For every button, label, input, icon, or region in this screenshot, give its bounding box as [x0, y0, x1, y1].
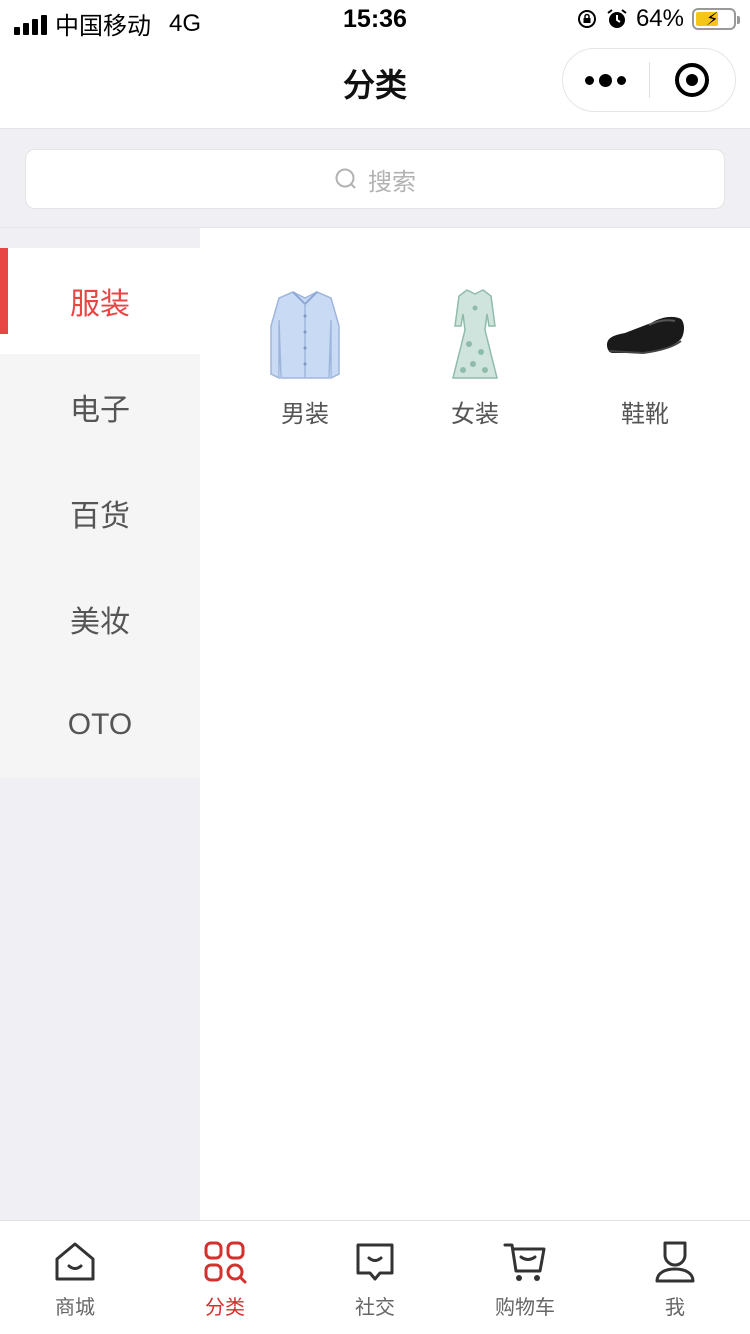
cart-icon	[503, 1243, 546, 1281]
close-program-button[interactable]	[650, 49, 736, 111]
rotation-lock-icon	[577, 10, 596, 28]
tab-bar: 商城 分类 社交 购物车 我	[0, 1220, 750, 1334]
target-icon	[675, 63, 710, 97]
more-dots-icon	[585, 73, 627, 87]
alarm-icon	[607, 9, 627, 28]
tab-cart[interactable]: 购物车	[450, 1221, 600, 1334]
battery-percent: 64%	[635, 5, 684, 32]
sidebar-item-oto[interactable]: OTO	[0, 672, 200, 778]
tab-label: 商城	[55, 1297, 95, 1319]
category-icon	[204, 1241, 247, 1284]
sidebar-item-general-goods[interactable]: 百货	[0, 460, 200, 566]
more-button[interactable]	[563, 49, 649, 111]
category-content: 男装 女装 鞋靴	[200, 228, 750, 1220]
subcategory-label: 男装	[281, 401, 329, 428]
sidebar-item-clothing[interactable]: 服装	[0, 248, 200, 354]
status-right: 64% ⚡	[576, 5, 740, 33]
subcategory-label: 女装	[451, 401, 499, 428]
tab-me[interactable]: 我	[600, 1221, 750, 1334]
tab-label: 我	[665, 1297, 685, 1319]
category-sidebar: 服装 电子 百货 美妆 OTO	[0, 228, 200, 1220]
shoe-icon	[595, 284, 695, 384]
mini-program-capsule	[562, 48, 736, 112]
tab-label: 分类	[205, 1297, 245, 1319]
nav-bar: 分类	[0, 40, 750, 128]
search-input[interactable]: 搜索	[25, 149, 725, 209]
search-area: 搜索	[0, 128, 750, 228]
sidebar-item-beauty[interactable]: 美妆	[0, 566, 200, 672]
tab-mall[interactable]: 商城	[0, 1221, 150, 1334]
user-icon	[655, 1241, 695, 1283]
status-bar: 中国移动 4G 15:36 64% ⚡	[0, 0, 750, 40]
subcategory-menswear[interactable]: 男装	[220, 284, 390, 429]
chat-icon	[356, 1243, 394, 1281]
shirt-icon	[255, 284, 355, 384]
home-icon	[55, 1242, 95, 1281]
search-icon	[335, 168, 356, 189]
dress-icon	[425, 284, 525, 384]
tab-label: 社交	[355, 1297, 395, 1319]
sidebar-list: 服装 电子 百货 美妆 OTO	[0, 248, 200, 778]
tab-social[interactable]: 社交	[300, 1221, 450, 1334]
sidebar-item-electronics[interactable]: 电子	[0, 354, 200, 460]
battery-icon: ⚡	[692, 8, 740, 30]
subcategory-label: 鞋靴	[621, 401, 669, 428]
tab-category[interactable]: 分类	[150, 1221, 300, 1334]
subcategory-shoes[interactable]: 鞋靴	[560, 284, 730, 429]
subcategory-womenswear[interactable]: 女装	[390, 284, 560, 429]
subcategory-grid: 男装 女装 鞋靴	[220, 284, 730, 429]
tab-label: 购物车	[495, 1297, 555, 1319]
search-placeholder: 搜索	[368, 168, 416, 196]
